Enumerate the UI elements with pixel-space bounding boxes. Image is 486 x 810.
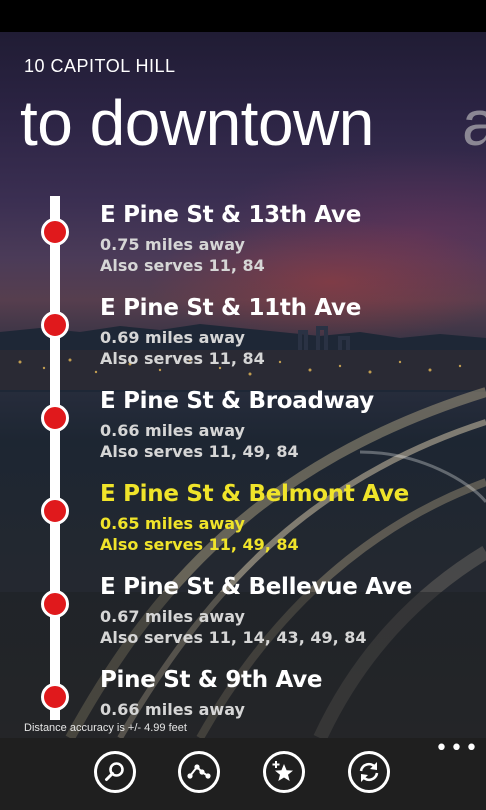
stop-marker-icon [41, 497, 69, 525]
more-options-button[interactable]: ••• [435, 738, 480, 760]
stop-distance: 0.66 miles away [100, 700, 245, 719]
refresh-button[interactable] [348, 751, 390, 793]
stop-marker-icon [41, 218, 69, 246]
stop-item[interactable]: E Pine St & 13th Ave 0.75 miles away Als… [0, 202, 486, 295]
pivot-header-next[interactable]: a [462, 86, 486, 160]
stop-distance: 0.69 miles away [100, 328, 245, 347]
distance-accuracy-note: Distance accuracy is +/- 4.99 feet [24, 722, 187, 734]
search-icon [105, 762, 124, 781]
stop-marker-icon [41, 311, 69, 339]
stop-serves: Also serves 11, 84 [100, 349, 265, 368]
route-button[interactable] [178, 751, 220, 793]
stop-item[interactable]: E Pine St & 11th Ave 0.69 miles away Als… [0, 295, 486, 388]
stop-item-highlighted[interactable]: E Pine St & Belmont Ave 0.65 miles away … [0, 481, 486, 574]
stop-serves: Also serves 11, 49, 84 [100, 535, 299, 554]
stop-item[interactable]: E Pine St & Bellevue Ave 0.67 miles away… [0, 574, 486, 667]
stop-distance: 0.67 miles away [100, 607, 245, 626]
stop-serves: Also serves 11, 84 [100, 256, 265, 275]
route-icon [187, 764, 211, 779]
stop-marker-icon [41, 590, 69, 618]
application-bar: ••• [0, 738, 486, 810]
stop-name: E Pine St & 11th Ave [100, 295, 362, 321]
add-favorite-button[interactable] [263, 751, 305, 793]
stop-item[interactable]: E Pine St & Broadway 0.66 miles away Als… [0, 388, 486, 481]
stop-serves: Also serves 11, 14, 43, 49, 84 [100, 628, 367, 647]
stop-name: E Pine St & 13th Ave [100, 202, 362, 228]
add-favorite-icon [272, 761, 293, 781]
stop-name: Pine St & 9th Ave [100, 667, 323, 693]
stop-name: E Pine St & Belmont Ave [100, 481, 409, 507]
stop-item[interactable]: Pine St & 9th Ave 0.66 miles away [0, 667, 486, 719]
stop-marker-icon [41, 404, 69, 432]
refresh-icon [359, 762, 379, 782]
stop-serves: Also serves 11, 49, 84 [100, 442, 299, 461]
stop-marker-icon [41, 683, 69, 711]
search-button[interactable] [94, 751, 136, 793]
route-title: 10 CAPITOL HILL [24, 56, 176, 76]
stop-name: E Pine St & Bellevue Ave [100, 574, 412, 600]
pivot-header-current[interactable]: to downtown [20, 86, 374, 160]
stop-name: E Pine St & Broadway [100, 388, 374, 414]
stop-distance: 0.66 miles away [100, 421, 245, 440]
stop-distance: 0.65 miles away [100, 514, 245, 533]
stop-distance: 0.75 miles away [100, 235, 245, 254]
status-bar [0, 0, 486, 32]
